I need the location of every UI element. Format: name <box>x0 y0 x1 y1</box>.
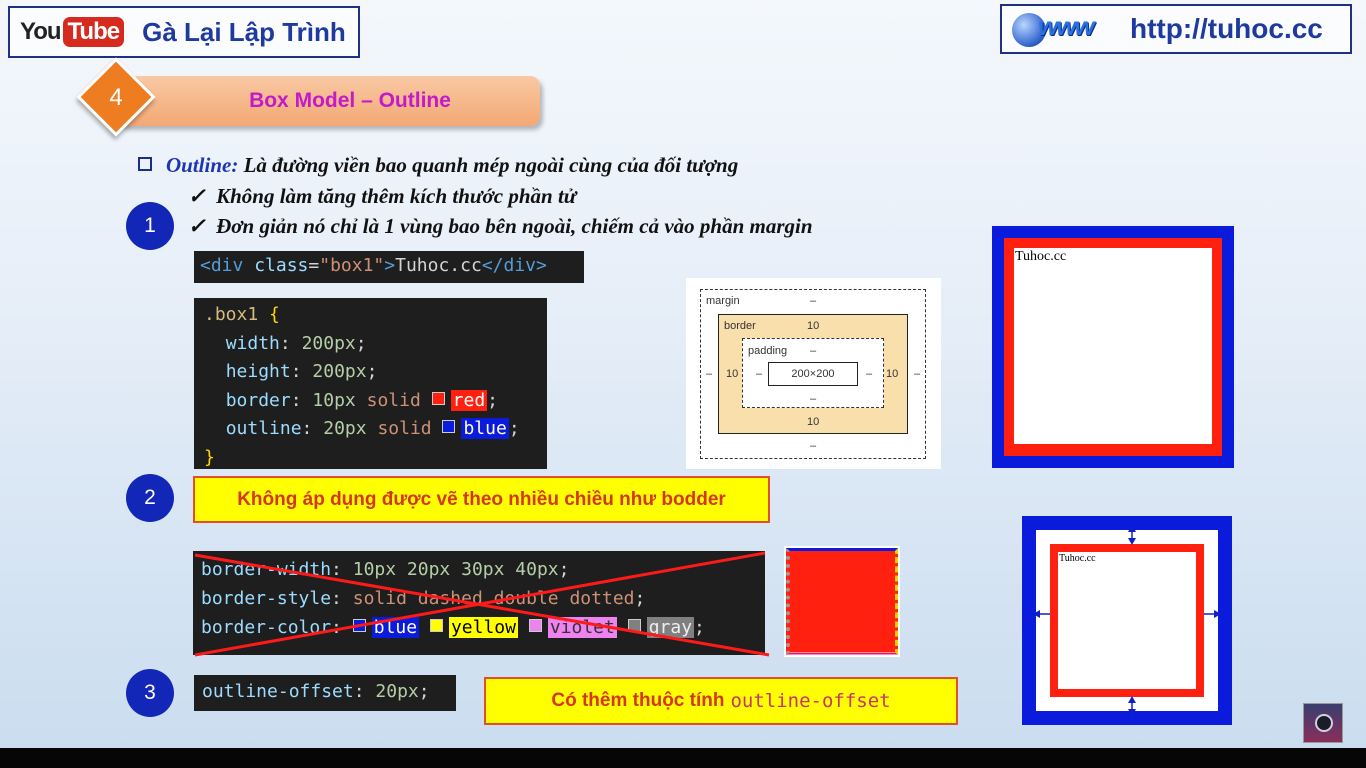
preview-text: Tuhoc.cc <box>1015 249 1067 264</box>
outline-preview-box: Tuhoc.cc <box>992 226 1234 468</box>
offset-arrows-icon <box>1033 525 1221 716</box>
step-1-circle: 1 <box>126 202 174 250</box>
check-item-1: ✓ Không làm tăng thêm kích thước phần tử <box>188 184 577 208</box>
site-url-banner: www http://tuhoc.cc <box>1000 4 1352 54</box>
youtube-logo: You Tube <box>20 17 125 47</box>
callout-no-multi-direction: Không áp dụng được vẽ theo nhiều chiều n… <box>193 476 770 523</box>
channel-name: Gà Lại Lập Trình <box>142 16 346 47</box>
content-box: 200×200 <box>768 362 858 386</box>
multi-border-preview <box>784 546 900 657</box>
step-3-circle: 3 <box>126 669 174 717</box>
check-icon: ✓ <box>188 214 206 238</box>
outline-definition: Outline: Là đường viền bao quanh mép ngo… <box>138 153 738 178</box>
youtube-channel-banner: You Tube Gà Lại Lập Trình <box>8 6 360 58</box>
bottom-letterbox <box>0 748 1366 768</box>
css-code-snippet: .box1 { width: 200px; height: 200px; bor… <box>194 298 547 469</box>
presenter-avatar <box>1303 703 1343 743</box>
blue-swatch-icon <box>442 420 456 433</box>
callout-outline-offset: Có thêm thuộc tính outline-offset <box>484 677 958 725</box>
red-swatch-icon <box>431 391 445 405</box>
section-title: Box Model – Outline <box>249 89 451 112</box>
section-number: 4 <box>109 84 123 111</box>
outline-offset-code: outline-offset: 20px; <box>194 675 456 711</box>
check-item-2: ✓ Đơn giản nó chỉ là 1 vùng bao bên ngoà… <box>188 214 813 238</box>
cross-out-mark <box>194 551 770 657</box>
check-icon: ✓ <box>188 184 206 208</box>
step-2-circle: 2 <box>126 474 174 522</box>
square-bullet-icon <box>138 157 152 171</box>
html-code-snippet: <div class="box1">Tuhoc.cc</div> <box>194 251 584 283</box>
www-globe-icon: www <box>1008 9 1124 49</box>
box-model-diagram: margin – border 10 padding – 200×200 – 1… <box>686 278 941 469</box>
section-title-bar: Box Model – Outline <box>120 76 540 126</box>
site-url: http://tuhoc.cc <box>1130 13 1323 44</box>
